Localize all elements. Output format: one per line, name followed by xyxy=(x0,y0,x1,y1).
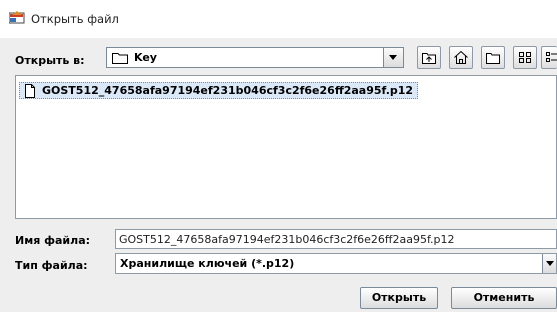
file-name-input[interactable] xyxy=(115,229,557,249)
window-title: Открыть файл xyxy=(31,12,119,26)
file-name-label: Имя файла: xyxy=(15,234,91,247)
chevron-down-icon xyxy=(389,55,397,60)
list-view-button[interactable] xyxy=(513,46,537,69)
folder-icon xyxy=(112,52,128,64)
chevron-down-icon xyxy=(546,261,554,266)
details-view-button[interactable] xyxy=(541,46,557,69)
up-one-level-button[interactable] xyxy=(417,46,441,69)
file-name: GOST512_47658afa97194ef231b046cf3c2f6e26… xyxy=(42,84,414,97)
look-in-combo[interactable]: Key xyxy=(106,47,404,68)
file-type-label: Тип файла: xyxy=(15,259,88,272)
file-icon xyxy=(23,84,37,101)
open-button[interactable]: Открыть xyxy=(360,287,438,309)
look-in-value: Key xyxy=(134,51,157,64)
file-type-value: Хранилище ключей (*.p12) xyxy=(120,257,295,270)
new-folder-button[interactable] xyxy=(481,46,505,69)
cancel-button[interactable]: Отменить xyxy=(451,287,557,309)
file-list-item[interactable]: GOST512_47658afa97194ef231b046cf3c2f6e26… xyxy=(19,82,419,101)
file-list[interactable]: GOST512_47658afa97194ef231b046cf3c2f6e26… xyxy=(15,75,557,219)
file-type-dropdown-button[interactable] xyxy=(542,254,556,273)
look-in-label: Открыть в: xyxy=(15,54,85,67)
title-bar: Открыть файл xyxy=(0,0,557,38)
java-app-icon xyxy=(8,11,25,24)
look-in-dropdown-button[interactable] xyxy=(383,48,403,67)
file-type-combo[interactable]: Хранилище ключей (*.p12) xyxy=(115,253,557,274)
home-button[interactable] xyxy=(449,46,473,69)
